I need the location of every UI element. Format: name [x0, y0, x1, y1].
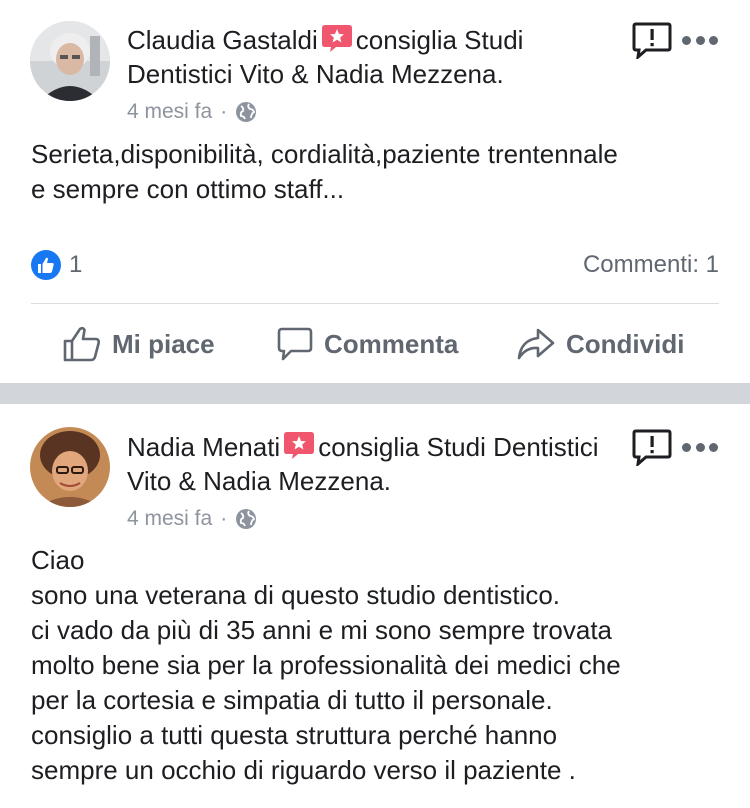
post-time[interactable]: 4 mesi fa [127, 507, 212, 531]
comment-icon [277, 327, 313, 361]
meta-separator: · [220, 100, 228, 123]
post-time[interactable]: 4 mesi fa [127, 100, 212, 124]
share-icon [517, 328, 555, 360]
post-meta: 4 mesi fa · [127, 100, 257, 124]
share-button[interactable]: Condividi [516, 318, 684, 370]
report-icon[interactable] [632, 21, 672, 61]
like-button[interactable]: Mi piace [62, 318, 215, 370]
report-icon[interactable] [632, 428, 672, 468]
author-name[interactable]: Claudia Gastaldi [127, 25, 318, 55]
post-header: Nadia Menati consiglia Studi Dentistici V… [127, 430, 607, 498]
recommendation-post: Nadia Menati consiglia Studi Dentistici V… [0, 404, 750, 808]
globe-icon [235, 508, 257, 530]
recommend-icon [284, 432, 315, 459]
comment-button[interactable]: Commenta [276, 318, 458, 370]
post-meta: 4 mesi fa · [127, 507, 257, 531]
comments-count[interactable]: Commenti: 1 [583, 251, 719, 279]
post-actions: Mi piace Commenta Condividi [0, 318, 750, 370]
feed-separator [0, 383, 750, 404]
like-label: Mi piace [112, 328, 215, 359]
post-header: Claudia Gastaldi consiglia Studi Dentisti… [127, 23, 607, 91]
meta-separator: · [220, 507, 228, 530]
recommendation-post: Claudia Gastaldi consiglia Studi Dentisti… [0, 0, 750, 383]
like-icon [63, 326, 101, 362]
share-label: Condividi [566, 328, 685, 359]
recommend-icon [321, 25, 352, 52]
post-text: Ciao sono una veterana di questo studio … [31, 545, 621, 785]
globe-icon [235, 101, 257, 123]
more-icon[interactable] [682, 34, 718, 46]
author-avatar[interactable] [30, 427, 110, 507]
author-name[interactable]: Nadia Menati [127, 432, 280, 462]
reactions-summary: 1 Commenti: 1 [31, 248, 719, 282]
like-summary[interactable]: 1 [31, 250, 82, 280]
comment-label: Commenta [324, 328, 459, 359]
more-icon[interactable] [682, 441, 718, 453]
post-text: Serieta,disponibilità, cordialità,pazien… [31, 139, 618, 204]
like-reaction-icon [31, 250, 61, 280]
divider [31, 303, 719, 304]
author-avatar[interactable] [30, 21, 110, 101]
like-count: 1 [69, 251, 83, 278]
